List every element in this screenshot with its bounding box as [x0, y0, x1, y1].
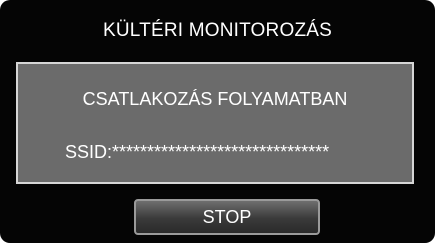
connection-status-text: CSATLAKOZÁS FOLYAMATBAN	[82, 89, 348, 109]
camera-screen: KÜLTÉRI MONITOROZÁS CSATLAKOZÁS FOLYAMAT…	[0, 0, 435, 243]
connection-status-panel: CSATLAKOZÁS FOLYAMATBAN SSID:***********…	[16, 62, 414, 184]
ssid-text: SSID:*******************************	[65, 142, 330, 162]
screen-title: KÜLTÉRI MONITOROZÁS	[102, 20, 332, 41]
stop-button[interactable]: STOP	[134, 199, 320, 235]
